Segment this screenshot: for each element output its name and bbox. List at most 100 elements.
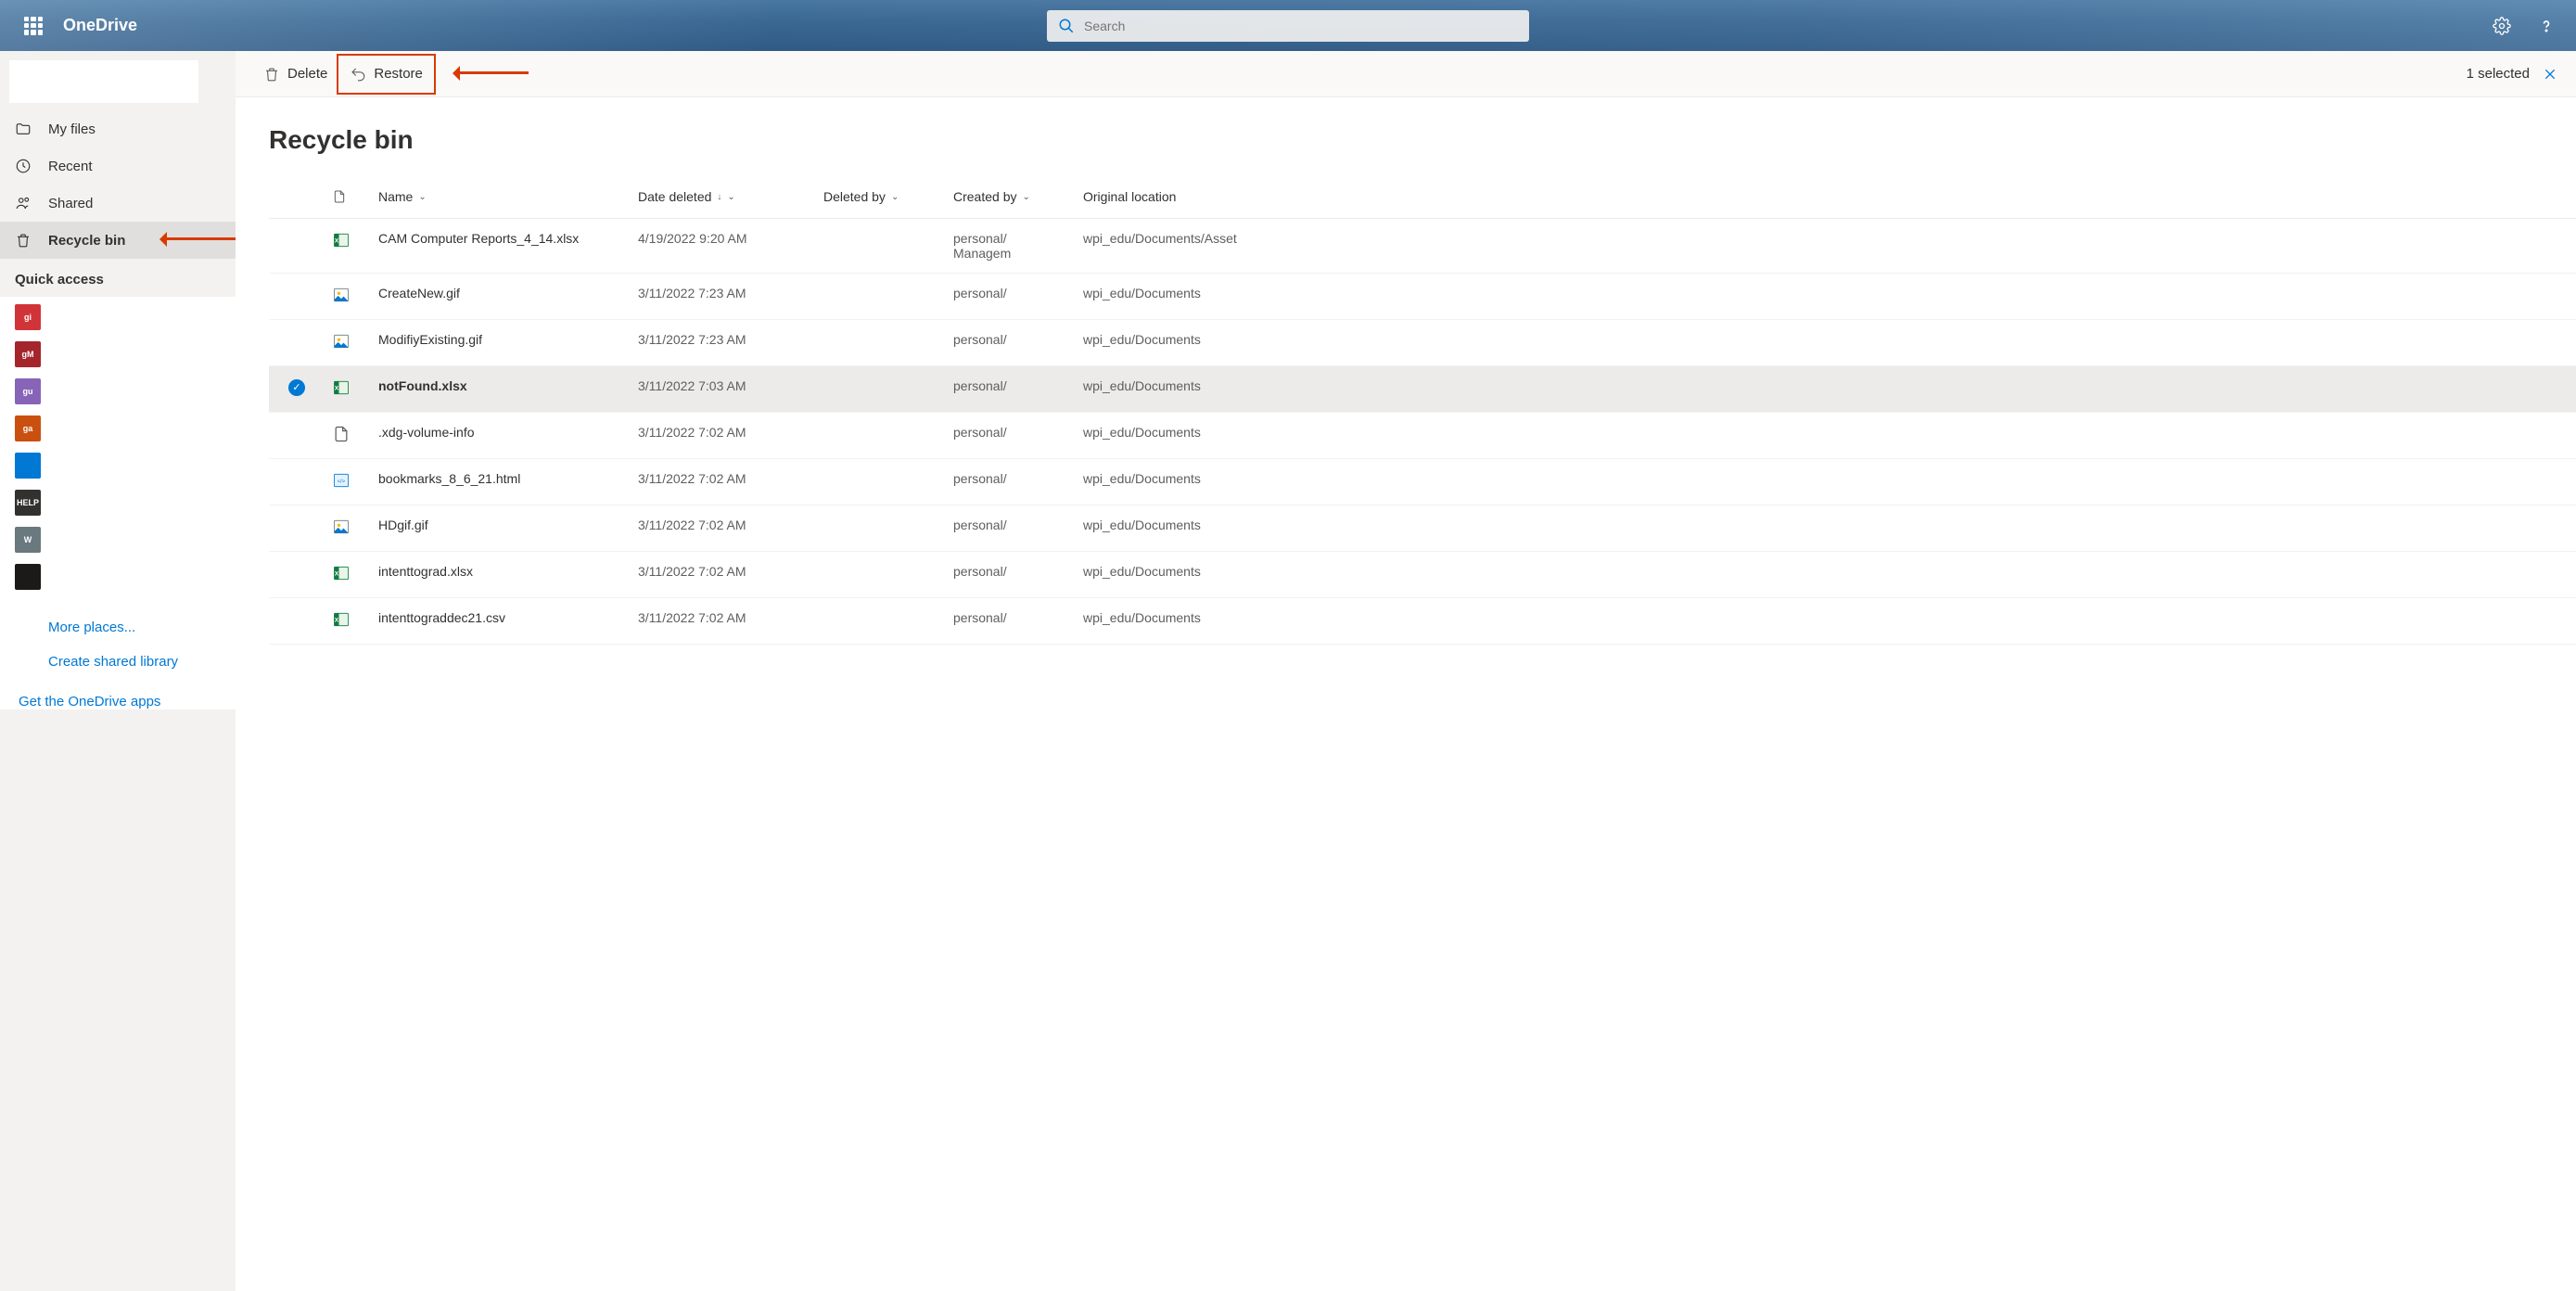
sort-down-icon: ↓ bbox=[717, 192, 721, 202]
table-row[interactable]: XCAM Computer Reports_4_14.xlsx4/19/2022… bbox=[269, 219, 2576, 274]
file-name: ModifiyExisting.gif bbox=[378, 332, 482, 347]
annotation-arrow bbox=[152, 237, 236, 243]
col-name[interactable]: Name⌄ bbox=[371, 179, 631, 219]
row-checkbox[interactable] bbox=[288, 610, 305, 627]
date-deleted-cell: 4/19/2022 9:20 AM bbox=[631, 219, 816, 274]
col-select[interactable] bbox=[269, 179, 325, 219]
chevron-down-icon: ⌄ bbox=[1022, 192, 1029, 202]
selection-count: 1 selected bbox=[2467, 66, 2530, 82]
quick-access-heading: Quick access bbox=[0, 259, 236, 297]
header-actions bbox=[2483, 7, 2565, 45]
table-row[interactable]: HDgif.gif3/11/2022 7:02 AMpersonal/wpi_e… bbox=[269, 505, 2576, 552]
date-deleted-cell: 3/11/2022 7:02 AM bbox=[631, 598, 816, 645]
nav-my-files[interactable]: My files bbox=[0, 110, 236, 147]
quick-access-tile[interactable]: gi bbox=[15, 304, 41, 330]
quick-access-list: gi gM gu ga HELP W bbox=[0, 297, 236, 612]
nav-shared[interactable]: Shared bbox=[0, 185, 236, 222]
deleted-by-cell bbox=[816, 219, 946, 274]
original-location-cell: wpi_edu/Documents bbox=[1076, 459, 2576, 505]
row-checkbox[interactable] bbox=[288, 425, 305, 441]
table-row[interactable]: </>bookmarks_8_6_21.html3/11/2022 7:02 A… bbox=[269, 459, 2576, 505]
nav-recent[interactable]: Recent bbox=[0, 147, 236, 185]
col-date-deleted[interactable]: Date deleted↓⌄ bbox=[631, 179, 816, 219]
nav-label: Shared bbox=[48, 196, 93, 211]
delete-button[interactable]: Delete bbox=[254, 58, 337, 91]
original-location-cell: wpi_edu/Documents bbox=[1076, 366, 2576, 413]
row-checkbox[interactable] bbox=[288, 332, 305, 349]
nav-label: Recent bbox=[48, 159, 93, 174]
chevron-down-icon: ⌄ bbox=[418, 192, 426, 202]
brand-title: OneDrive bbox=[63, 16, 137, 35]
row-checkbox[interactable] bbox=[288, 518, 305, 534]
row-checkbox[interactable] bbox=[288, 564, 305, 581]
file-table: Name⌄ Date deleted↓⌄ Deleted by⌄ Created… bbox=[269, 179, 2576, 645]
table-row[interactable]: ModifiyExisting.gif3/11/2022 7:23 AMpers… bbox=[269, 320, 2576, 366]
table-row[interactable]: XnotFound.xlsx3/11/2022 7:03 AMpersonal/… bbox=[269, 366, 2576, 413]
quick-access-tile[interactable]: HELP bbox=[15, 490, 41, 516]
nav-label: Recycle bin bbox=[48, 233, 125, 249]
col-created-by[interactable]: Created by⌄ bbox=[946, 179, 1076, 219]
file-type-icon: </> bbox=[332, 471, 351, 490]
clock-icon bbox=[15, 158, 35, 174]
search-input[interactable] bbox=[1084, 19, 1518, 33]
trash-icon bbox=[263, 66, 280, 83]
quick-access-tile[interactable] bbox=[15, 564, 41, 590]
get-apps-link[interactable]: Get the OneDrive apps bbox=[0, 681, 236, 709]
settings-button[interactable] bbox=[2483, 7, 2520, 45]
nav-recycle-bin[interactable]: Recycle bin bbox=[0, 222, 236, 259]
annotation-arrow bbox=[445, 71, 529, 77]
row-checkbox[interactable] bbox=[288, 231, 305, 248]
app-launcher-button[interactable] bbox=[11, 4, 56, 48]
table-row[interactable]: .xdg-volume-info3/11/2022 7:02 AMpersona… bbox=[269, 413, 2576, 459]
col-original-location[interactable]: Original location bbox=[1076, 179, 2576, 219]
row-checkbox[interactable] bbox=[288, 286, 305, 302]
date-deleted-cell: 3/11/2022 7:02 AM bbox=[631, 552, 816, 598]
table-row[interactable]: Xintenttograd.xlsx3/11/2022 7:02 AMperso… bbox=[269, 552, 2576, 598]
original-location-cell: wpi_edu/Documents bbox=[1076, 274, 2576, 320]
app-header: OneDrive bbox=[0, 0, 2576, 51]
profile-card[interactable] bbox=[9, 60, 198, 103]
deleted-by-cell bbox=[816, 413, 946, 459]
quick-access-tile[interactable]: W bbox=[15, 527, 41, 553]
quick-access-tile[interactable] bbox=[15, 453, 41, 479]
file-type-icon: X bbox=[332, 378, 351, 397]
svg-text:X: X bbox=[335, 618, 339, 624]
table-row[interactable]: Xintenttograddec21.csv3/11/2022 7:02 AMp… bbox=[269, 598, 2576, 645]
search-container bbox=[1047, 10, 1529, 42]
search-icon bbox=[1058, 18, 1075, 34]
table-row[interactable]: CreateNew.gif3/11/2022 7:23 AMpersonal/w… bbox=[269, 274, 2576, 320]
help-button[interactable] bbox=[2528, 7, 2565, 45]
file-name: intenttograddec21.csv bbox=[378, 610, 505, 625]
clear-selection-button[interactable] bbox=[2543, 67, 2557, 82]
file-type-icon bbox=[332, 425, 351, 443]
date-deleted-cell: 3/11/2022 7:23 AM bbox=[631, 320, 816, 366]
svg-text:X: X bbox=[335, 238, 339, 245]
restore-button[interactable]: Restore bbox=[340, 58, 432, 91]
folder-icon bbox=[15, 121, 35, 137]
col-filetype[interactable] bbox=[325, 179, 371, 219]
quick-access-tile[interactable]: gu bbox=[15, 378, 41, 404]
chevron-down-icon: ⌄ bbox=[727, 192, 734, 202]
deleted-by-cell bbox=[816, 552, 946, 598]
deleted-by-cell bbox=[816, 366, 946, 413]
date-deleted-cell: 3/11/2022 7:03 AM bbox=[631, 366, 816, 413]
quick-access-tile[interactable]: ga bbox=[15, 415, 41, 441]
more-places-link[interactable]: More places... bbox=[15, 612, 236, 635]
annotation-restore-highlight: Restore bbox=[337, 54, 436, 95]
row-checkbox[interactable] bbox=[288, 471, 305, 488]
created-by-cell: personal/Managem bbox=[946, 219, 1076, 274]
row-checkbox[interactable] bbox=[288, 379, 305, 396]
quick-access-tile[interactable]: gM bbox=[15, 341, 41, 367]
original-location-cell: wpi_edu/Documents bbox=[1076, 320, 2576, 366]
close-icon bbox=[2543, 67, 2557, 82]
svg-text:X: X bbox=[335, 386, 339, 392]
col-deleted-by[interactable]: Deleted by⌄ bbox=[816, 179, 946, 219]
date-deleted-cell: 3/11/2022 7:23 AM bbox=[631, 274, 816, 320]
create-shared-library-link[interactable]: Create shared library bbox=[15, 635, 236, 670]
deleted-by-cell bbox=[816, 459, 946, 505]
file-type-icon: X bbox=[332, 610, 351, 629]
original-location-cell: wpi_edu/Documents/Asset bbox=[1076, 219, 2576, 274]
original-location-cell: wpi_edu/Documents bbox=[1076, 413, 2576, 459]
search-box[interactable] bbox=[1047, 10, 1529, 42]
nav-label: My files bbox=[48, 121, 96, 137]
